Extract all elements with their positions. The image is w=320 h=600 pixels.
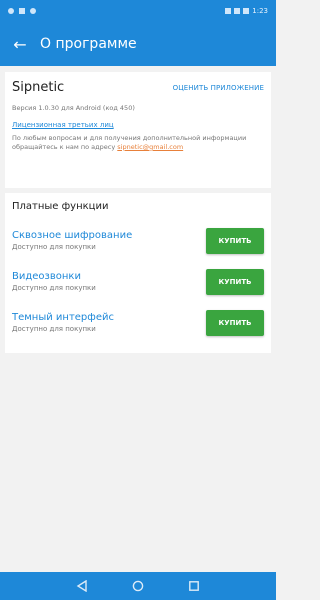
feature-name: Темный интерфейс <box>12 312 114 323</box>
paid-features-card: Платные функции Сквозное шифрование Дост… <box>5 193 271 353</box>
feature-row-dark-theme: Темный интерфейс Доступно для покупки КУ… <box>12 302 264 343</box>
buy-encryption-button[interactable]: КУПИТЬ <box>206 227 264 254</box>
wifi-icon <box>234 8 241 14</box>
rate-app-button[interactable]: ОЦЕНИТЬ ПРИЛОЖЕНИЕ <box>173 84 264 92</box>
buy-video-calls-button[interactable]: КУПИТЬ <box>206 268 264 295</box>
status-bar: 1:23 <box>0 0 276 22</box>
feature-status: Доступно для покупки <box>12 243 96 251</box>
battery-icon <box>243 8 250 14</box>
feature-row-encryption: Сквозное шифрование Доступно для покупки… <box>12 220 264 261</box>
status-icons-right: 1:23 <box>225 7 268 15</box>
page-title: О программе <box>40 36 137 52</box>
feature-row-video-calls: Видеозвонки Доступно для покупки КУПИТЬ <box>12 261 264 302</box>
system-nav-bar <box>0 572 276 600</box>
about-card: Sipnetic ОЦЕНИТЬ ПРИЛОЖЕНИЕ Версия 1.0.3… <box>5 72 271 188</box>
third-party-licenses-link[interactable]: Лицензионная третьих лиц <box>12 121 114 129</box>
app-notification-icon <box>30 8 36 14</box>
buy-dark-theme-button[interactable]: КУПИТЬ <box>206 309 264 336</box>
back-button[interactable]: ← <box>0 22 40 66</box>
status-icons-left <box>8 8 36 14</box>
status-time: 1:23 <box>252 7 268 15</box>
app-bar: ← О программе <box>0 22 276 66</box>
app-name: Sipnetic <box>12 80 65 95</box>
contact-text: По любым вопросам и для получения дополн… <box>12 134 264 152</box>
paid-features-title: Платные функции <box>12 201 109 212</box>
feature-status: Доступно для покупки <box>12 284 96 292</box>
feature-name: Сквозное шифрование <box>12 230 133 241</box>
email-link[interactable]: sipnetic@gmail.com <box>117 143 183 151</box>
notification-icon <box>8 8 14 14</box>
version-text: Версия 1.0.30 для Android (код 450) <box>12 104 135 112</box>
feature-status: Доступно для покупки <box>12 325 96 333</box>
circle-home-icon[interactable] <box>132 580 144 592</box>
feature-name: Видеозвонки <box>12 271 81 282</box>
message-icon <box>19 8 25 14</box>
signal-icon <box>225 8 232 14</box>
triangle-back-icon[interactable] <box>76 580 88 592</box>
arrow-left-icon: ← <box>13 34 27 54</box>
square-recent-icon[interactable] <box>188 580 200 592</box>
